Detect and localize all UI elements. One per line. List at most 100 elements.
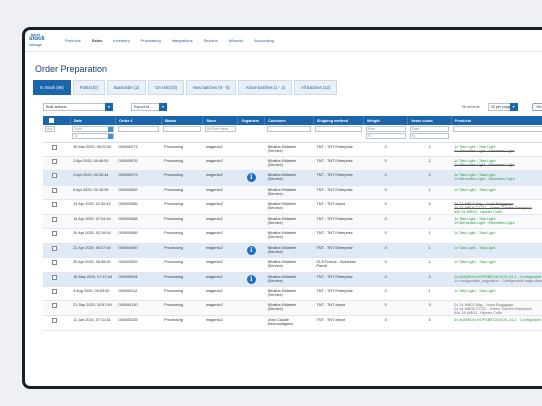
store-filter[interactable]: All Store Views [204, 126, 236, 132]
customer-filter[interactable] [266, 126, 312, 132]
orders-table: Date Order # Status Store Organizer Customer S… [43, 116, 542, 331]
bulk-actions-select[interactable]: Bulk actions ▾ [43, 102, 113, 111]
row-checkbox[interactable] [52, 144, 57, 150]
order-date: 30 Apr 2020, 05:58:00 [70, 257, 116, 273]
row-checkbox[interactable] [52, 231, 57, 237]
column-header[interactable]: Shipping method [313, 116, 365, 125]
column-header[interactable]: Weight [363, 116, 409, 125]
logo-text-main: stock [29, 35, 45, 42]
filter-to-label: To [411, 134, 416, 138]
column-header[interactable]: Items count [407, 116, 452, 125]
info-icon[interactable]: i [246, 245, 256, 255]
nav-item-accounting[interactable]: Accounting [254, 38, 274, 43]
product-line[interactable]: 4x AVAMIDN-HOPSBEDA-NOS-24-1 - Configura… [454, 318, 542, 322]
shipping-filter[interactable] [315, 126, 362, 132]
nav-item-purchasing[interactable]: Purchasing [141, 38, 161, 43]
products-filter[interactable] [453, 126, 542, 132]
product-line[interactable]: 1x Mercedes Light - Mercedes Light [454, 163, 542, 167]
table-row[interactable]: 11 Jan 2021, 07:11:33 000000225 Processing… [43, 315, 542, 331]
table-row[interactable]: 20 Apr 2020, 02:19:54 000000089 Processing… [43, 228, 542, 244]
row-checkbox[interactable] [52, 187, 57, 193]
table-row[interactable]: 14 Apr 2020, 02:30:42 000000086 Processing… [43, 199, 542, 216]
items-count-cell: 2 [407, 170, 452, 186]
product-line[interactable]: 1x Tata Light - Tata Light [454, 289, 542, 293]
column-header[interactable]: Customer [264, 116, 314, 125]
per-page-select[interactable]: 25 per page ▾ [487, 102, 518, 111]
nav-item-inventory[interactable]: Inventory [113, 38, 129, 43]
nav-item-products[interactable]: Products [65, 38, 81, 43]
tab-5[interactable]: Active batches (1 - 2) [238, 80, 293, 95]
tab-0[interactable]: In Stock (96) [33, 80, 71, 95]
row-checkbox[interactable] [52, 245, 57, 251]
date-from-filter[interactable]: From [72, 126, 114, 132]
table-row[interactable]: 2 Apr 2020, 04:48:02 000000076 Processing m… [43, 156, 542, 172]
product-line[interactable]: 1x Tata Light - Tata Light [454, 260, 542, 264]
order-status: Processing [161, 300, 203, 317]
nav-item-sales[interactable]: Sales [92, 38, 102, 43]
nav-item-wizards[interactable]: Wizards [229, 38, 243, 43]
table-row[interactable]: 3 Apr 2020, 02:26:44 000000079 Processing m… [43, 170, 542, 186]
reset-filter-button[interactable]: Reset Filter [531, 102, 542, 111]
export-select[interactable]: Export to ... ▾ [131, 102, 167, 111]
product-line[interactable]: 1x configurable_bagnaime - Configurable … [454, 279, 542, 283]
tab-1[interactable]: Partial (0) [72, 80, 105, 95]
date-to-filter[interactable]: To [72, 133, 114, 139]
tab-4[interactable]: New batches (0 - 0) [185, 80, 237, 95]
table-row[interactable]: 21 Apr 2020, 09:27:54 000000090 Processing… [43, 243, 542, 259]
column-header[interactable]: Products [451, 116, 542, 125]
nav-item-integrations[interactable]: Integrations [172, 38, 193, 43]
logo[interactable]: best stock manage [29, 32, 57, 50]
product-line[interactable]: 60x 24-MB03 - Hipster Coffe [454, 210, 542, 214]
status-filter[interactable] [163, 126, 201, 132]
table-row[interactable]: 21 Sep 2020, 10:57:49 000000130 Processing… [43, 300, 542, 317]
tab-3[interactable]: On Hold (0) [148, 80, 184, 95]
column-header[interactable]: Status [161, 116, 204, 125]
product-line[interactable]: 60x 24-MB03 - Hipster Coffe [454, 311, 542, 315]
weight-from-filter[interactable]: From [365, 126, 406, 132]
product-line[interactable]: 1x Mercedes Light - Mercedes Light [454, 177, 542, 181]
weight-to-filter[interactable]: To [365, 133, 406, 139]
row-checkbox[interactable] [52, 274, 57, 280]
row-checkbox[interactable] [52, 202, 57, 208]
column-header[interactable]: Order # [115, 116, 162, 125]
order-date: 30 Mar 2020, 09:22:50 [70, 142, 116, 157]
nav-item-reports[interactable]: Reports [204, 38, 218, 43]
column-header[interactable]: Date [70, 116, 117, 125]
bulk-actions-label: Bulk actions [46, 104, 67, 109]
table-row[interactable]: 30 Apr 2020, 05:58:00 000000092 Processing… [43, 257, 542, 273]
row-checkbox[interactable] [52, 318, 57, 324]
row-checkbox[interactable] [52, 158, 57, 164]
column-header[interactable]: Organizer [237, 116, 266, 125]
info-icon[interactable]: i [246, 274, 256, 284]
row-checkbox[interactable] [52, 173, 57, 179]
calendar-icon[interactable] [107, 127, 113, 132]
table-row[interactable]: 14 Apr 2020, 07:04:49 000000088 Processing… [43, 214, 542, 230]
product-line[interactable]: 1x Tata Light - Tata Light [454, 246, 542, 250]
row-checkbox[interactable] [52, 303, 57, 309]
row-checkbox[interactable] [52, 217, 57, 223]
row-select-cell [43, 272, 71, 288]
product-line[interactable]: 1x Tata Light - Tata Light [454, 231, 542, 235]
tab-6[interactable]: All batches (13) [294, 80, 338, 95]
product-line[interactable]: 1x Mercedes Light - Mercedes Light [454, 221, 542, 225]
customer-line: (Service) [267, 235, 283, 240]
tab-2[interactable]: Backorder (2) [106, 80, 147, 95]
table-row[interactable]: 6 Apr 2020, 02:15:05 000000082 Processing m… [43, 185, 542, 201]
mass-select-filter[interactable]: Any [45, 126, 55, 132]
items-to-filter[interactable]: To [409, 133, 450, 139]
product-line[interactable]: 1x Tata Light - Tata Light [454, 188, 542, 192]
order-number-filter[interactable] [117, 126, 160, 132]
column-header[interactable]: Store [202, 116, 239, 125]
product-line[interactable]: 1x Mercedes Light - Mercedes Light [454, 149, 542, 153]
row-checkbox[interactable] [52, 260, 57, 266]
customer-line: (Service) [267, 162, 283, 167]
calendar-icon[interactable] [107, 134, 113, 139]
items-from-filter[interactable]: From [409, 126, 450, 132]
row-checkbox[interactable] [52, 289, 57, 295]
select-all-header[interactable] [43, 116, 71, 125]
table-row[interactable]: 18 May 2020, 07:47:44 000000094 Processing… [43, 272, 542, 288]
table-row[interactable]: 30 Mar 2020, 09:22:50 000000073 Processing… [43, 142, 542, 157]
info-icon[interactable]: i [246, 173, 256, 183]
table-row[interactable]: 4 Aug 2020, 09:53:02 000000112 Processing m… [43, 286, 542, 302]
select-all-checkbox[interactable] [49, 117, 54, 123]
